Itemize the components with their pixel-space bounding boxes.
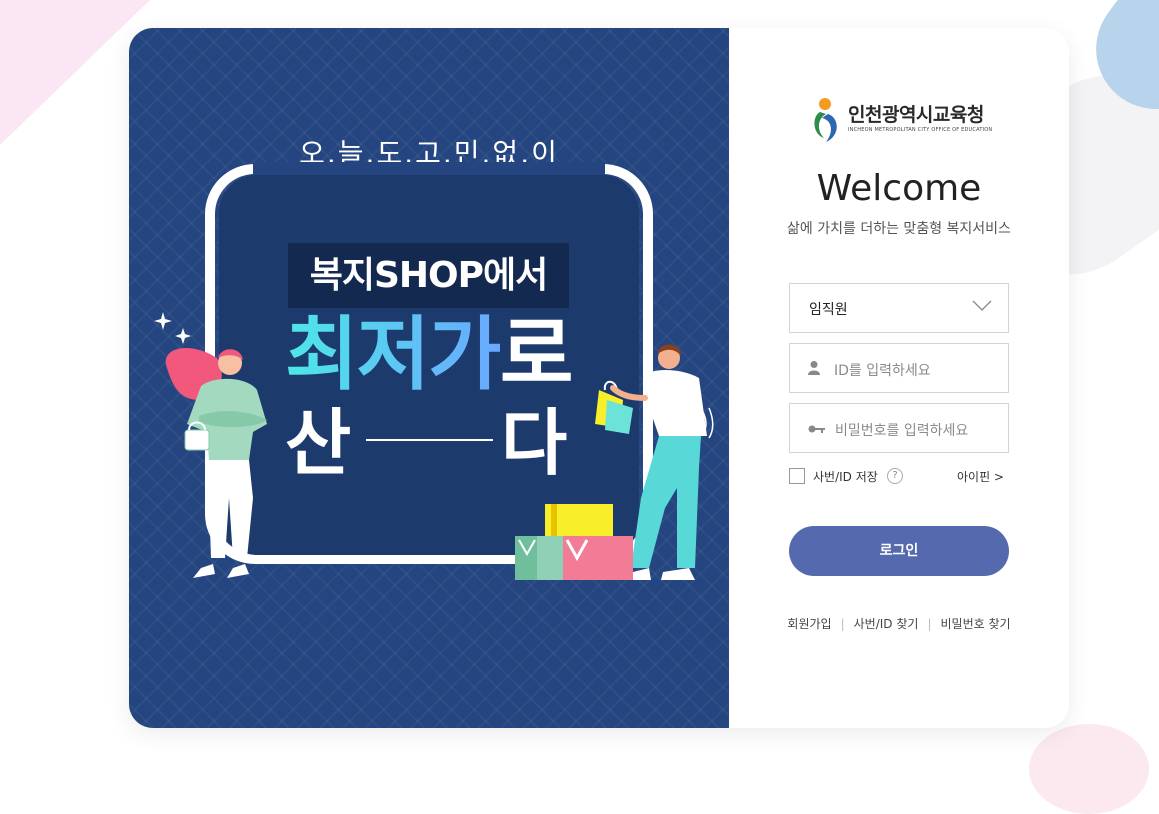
login-button[interactable]: 로그인 [789,526,1009,576]
bg-decoration-pink-bottom [1029,724,1149,814]
shopping-illustration [154,312,714,580]
user-type-select[interactable]: 임직원 [789,283,1009,333]
password-field[interactable]: 비밀번호를 입력하세요 [789,403,1009,453]
save-id-label: 사번/ID 저장 [813,470,878,484]
logo-emblem-icon [814,98,837,142]
find-password-link[interactable]: 비밀번호 찾기 [941,617,1011,631]
id-placeholder: ID를 입력하세요 [834,363,931,379]
account-links: 회원가입 | 사번/ID 찾기 | 비밀번호 찾기 [729,615,1069,632]
chevron-down-icon [972,300,992,311]
id-field[interactable]: ID를 입력하세요 [789,343,1009,393]
logo: 인천광역시교육청 INCHEON METROPOLITAN CITY OFFIC… [810,98,993,148]
key-icon [808,425,825,433]
signup-link[interactable]: 회원가입 [787,617,831,631]
user-icon [808,361,820,375]
welcome-heading: Welcome [816,168,982,209]
link-separator: | [840,617,845,631]
ipin-link[interactable]: 아이핀 > [957,468,1004,485]
woman-figure [165,347,267,578]
bg-decoration-pink [0,0,150,145]
sparkle-icon [154,312,191,344]
gift-boxes [515,504,633,580]
find-id-link[interactable]: 사번/ID 찾기 [854,617,919,631]
logo-subtitle: INCHEON METROPOLITAN CITY OFFICE OF EDUC… [848,127,993,133]
logo-name: 인천광역시교육청 [848,104,984,126]
login-panel: 인천광역시교육청 INCHEON METROPOLITAN CITY OFFIC… [729,28,1069,728]
help-icon[interactable]: ? [887,468,903,484]
save-id-checkbox[interactable] [789,468,805,484]
promo-banner: 오.늘.도.고.민.없.이 복지SHOP에서 최저가로 산 다 [129,28,729,728]
password-placeholder: 비밀번호를 입력하세요 [835,423,969,439]
welcome-subtitle: 삶에 가치를 더하는 맞춤형 복지서비스 [787,221,1011,237]
login-card: 오.늘.도.고.민.없.이 복지SHOP에서 최저가로 산 다 인천광역시교육청… [129,28,1069,728]
link-separator: | [927,617,932,631]
user-type-value: 임직원 [809,302,848,318]
